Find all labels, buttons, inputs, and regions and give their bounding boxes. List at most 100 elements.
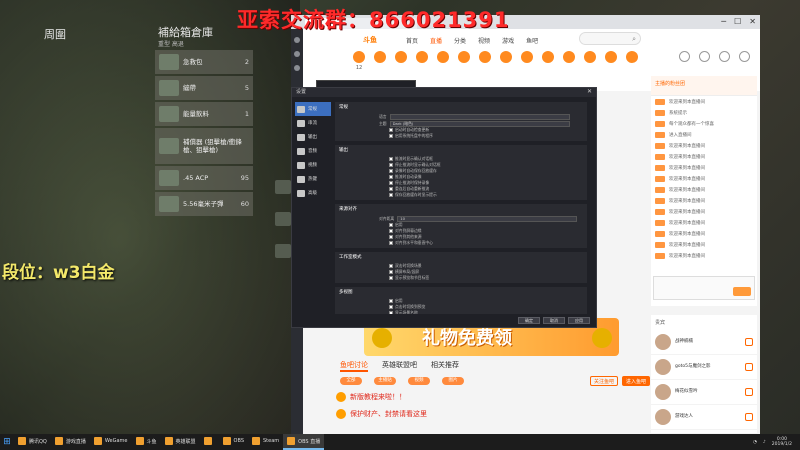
- gift-button[interactable]: [745, 388, 753, 396]
- avatar[interactable]: [655, 384, 671, 400]
- avatar[interactable]: [655, 359, 671, 375]
- maximize-icon[interactable]: ☐: [734, 17, 741, 26]
- checkbox[interactable]: [389, 187, 393, 191]
- loot-item[interactable]: 補償器 (狙擊槍/衝鋒槍、狙擊槍): [155, 128, 253, 164]
- notice-item[interactable]: 新版教程来啦！！: [336, 392, 427, 402]
- gift-button[interactable]: [745, 338, 753, 346]
- checkbox[interactable]: [389, 175, 393, 179]
- filter-pill[interactable]: 主播贴: [374, 377, 396, 385]
- loot-item[interactable]: 急救包 2: [155, 50, 253, 74]
- equip-slot[interactable]: [275, 180, 291, 194]
- settings-nav-item[interactable]: 串流: [295, 116, 331, 130]
- taskbar-item[interactable]: OBS: [219, 434, 248, 450]
- field-input[interactable]: 10: [397, 215, 578, 222]
- site-nav-item[interactable]: 视频: [478, 36, 490, 45]
- taskbar-item[interactable]: 腾讯QQ: [14, 434, 51, 450]
- history-icon[interactable]: [679, 51, 690, 62]
- minimize-icon[interactable]: ─: [721, 17, 726, 26]
- category-item[interactable]: [584, 51, 596, 71]
- checkbox[interactable]: [389, 229, 393, 233]
- dialog-button[interactable]: 确定: [518, 317, 540, 324]
- follow-button[interactable]: 进入鱼吧: [622, 376, 651, 386]
- clock[interactable]: 0:00 2019/1/2: [772, 437, 792, 447]
- guest-row[interactable]: 梅花似雪吟: [651, 380, 757, 405]
- site-nav-item[interactable]: 直播: [430, 36, 442, 45]
- settings-nav-item[interactable]: 高级: [295, 186, 331, 200]
- category-item[interactable]: [374, 51, 386, 71]
- loot-item[interactable]: 繃帶 5: [155, 76, 253, 100]
- filter-pill[interactable]: 全部: [340, 377, 362, 385]
- taskbar-item[interactable]: Steam: [248, 434, 283, 450]
- settings-nav-item[interactable]: 视频: [295, 158, 331, 172]
- checkbox[interactable]: [389, 163, 393, 167]
- settings-option[interactable]: 启用系统托盘中的程序: [339, 133, 583, 139]
- checkbox[interactable]: [389, 276, 393, 280]
- settings-option[interactable]: 显示预览和节目标签: [339, 275, 583, 281]
- settings-nav-item[interactable]: 音频: [295, 144, 331, 158]
- equip-slot[interactable]: [275, 244, 291, 258]
- search-icon[interactable]: ⌕: [632, 35, 636, 44]
- avatar[interactable]: [739, 51, 750, 62]
- checkbox[interactable]: [389, 264, 393, 268]
- loot-item[interactable]: 5.56毫米子彈 60: [155, 192, 253, 216]
- checkbox[interactable]: [389, 241, 393, 245]
- category-item[interactable]: [458, 51, 470, 71]
- checkbox[interactable]: [389, 193, 393, 197]
- gift-button[interactable]: [745, 363, 753, 371]
- loot-item[interactable]: 能量飲料 1: [155, 102, 253, 126]
- gift-button[interactable]: [745, 413, 753, 421]
- sidebar-icon[interactable]: [294, 37, 300, 43]
- settings-option[interactable]: 对齐到水平和垂直中心: [339, 240, 583, 246]
- checkbox[interactable]: [389, 299, 393, 303]
- volume-icon[interactable]: ♪: [763, 440, 766, 445]
- checkbox[interactable]: [389, 134, 393, 138]
- field-input[interactable]: [389, 113, 570, 120]
- site-nav-item[interactable]: 游戏: [502, 36, 514, 45]
- guest-row[interactable]: goto5与魔剑之影: [651, 355, 757, 380]
- settings-option[interactable]: 显示场景名称: [339, 310, 583, 314]
- checkbox[interactable]: [389, 169, 393, 173]
- taskbar-item[interactable]: 游戏直播: [51, 434, 90, 450]
- category-item[interactable]: [395, 51, 407, 71]
- category-item[interactable]: [626, 51, 638, 71]
- site-nav-item[interactable]: 鱼吧: [526, 36, 538, 45]
- start-button[interactable]: ⊞: [0, 434, 14, 450]
- equip-slot[interactable]: [275, 212, 291, 226]
- sidebar-icon[interactable]: [294, 65, 300, 71]
- taskbar-item[interactable]: WeGame: [90, 434, 132, 450]
- close-icon[interactable]: ✕: [749, 17, 756, 26]
- avatar[interactable]: [655, 334, 671, 350]
- field-input[interactable]: Dark (暗色): [389, 120, 570, 127]
- dialog-button[interactable]: 应用: [568, 317, 590, 324]
- send-button[interactable]: [733, 287, 751, 296]
- download-icon[interactable]: [699, 51, 710, 62]
- checkbox[interactable]: [389, 157, 393, 161]
- filter-pill[interactable]: 视频: [408, 377, 430, 385]
- category-item[interactable]: [416, 51, 428, 71]
- page-tab[interactable]: 英雄联盟吧: [382, 360, 417, 372]
- category-item[interactable]: [500, 51, 512, 71]
- loot-item[interactable]: .45 ACP 95: [155, 166, 253, 190]
- taskbar-item[interactable]: OBS 直播: [283, 434, 325, 450]
- dialog-button[interactable]: 取消: [543, 317, 565, 324]
- filter-pill[interactable]: 图片: [442, 377, 464, 385]
- category-item[interactable]: [479, 51, 491, 71]
- checkbox[interactable]: [389, 235, 393, 239]
- follow-button[interactable]: 关注鱼吧: [590, 376, 619, 386]
- close-icon[interactable]: ✕: [587, 88, 592, 95]
- category-item[interactable]: [563, 51, 575, 71]
- page-tab[interactable]: 鱼吧讨论: [340, 360, 368, 372]
- category-item[interactable]: [542, 51, 554, 71]
- category-item[interactable]: [437, 51, 449, 71]
- settings-nav-item[interactable]: 常规: [295, 102, 331, 116]
- sidebar-icon[interactable]: [294, 51, 300, 57]
- category-item[interactable]: [521, 51, 533, 71]
- checkbox[interactable]: [389, 311, 393, 314]
- guest-row[interactable]: 游戏达人: [651, 405, 757, 430]
- settings-nav-item[interactable]: 输出: [295, 130, 331, 144]
- site-logo[interactable]: 斗鱼: [363, 35, 377, 45]
- page-tab[interactable]: 相关推荐: [431, 360, 459, 372]
- search-input[interactable]: ⌕: [579, 32, 641, 45]
- category-item[interactable]: 12: [353, 51, 365, 71]
- checkbox[interactable]: [389, 305, 393, 309]
